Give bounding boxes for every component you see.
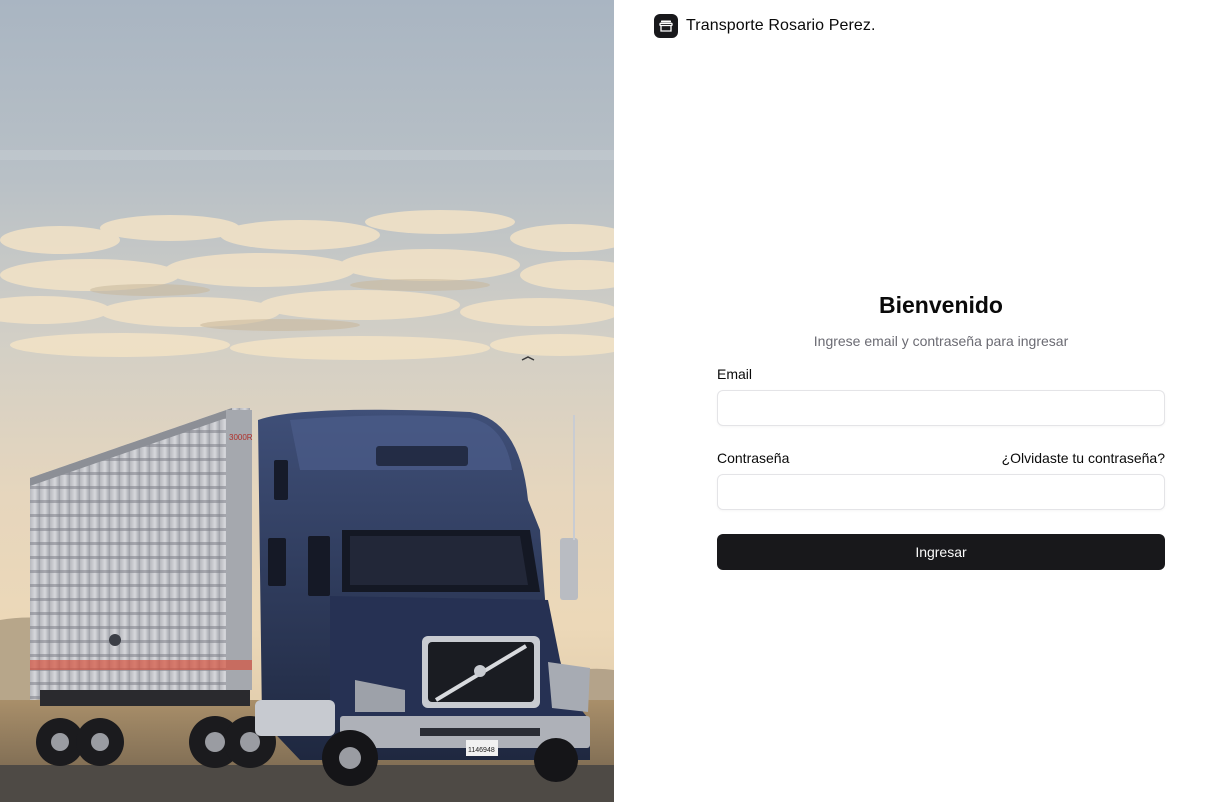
- login-button[interactable]: Ingresar: [717, 534, 1165, 570]
- hero-truck-image: 3000R 1146948: [0, 0, 614, 802]
- email-label: Email: [717, 366, 753, 382]
- page-subtitle: Ingrese email y contraseña para ingresar: [813, 333, 1069, 349]
- login-form: Bienvenido Ingrese email y contraseña pa…: [717, 290, 1165, 570]
- password-field[interactable]: [717, 474, 1165, 510]
- page-title: Bienvenido: [879, 292, 1003, 318]
- package-icon: [654, 14, 678, 38]
- password-label: Contraseña: [717, 450, 790, 466]
- brand: Transporte Rosario Perez.: [654, 14, 876, 38]
- forgot-password-link[interactable]: ¿Olvidaste tu contraseña?: [1002, 450, 1165, 466]
- svg-text:3000R: 3000R: [229, 433, 253, 442]
- brand-name: Transporte Rosario Perez.: [686, 17, 876, 34]
- svg-text:1146948: 1146948: [468, 747, 495, 754]
- email-field[interactable]: [717, 390, 1165, 426]
- password-label-row: Contraseña ¿Olvidaste tu contraseña?: [717, 450, 1165, 466]
